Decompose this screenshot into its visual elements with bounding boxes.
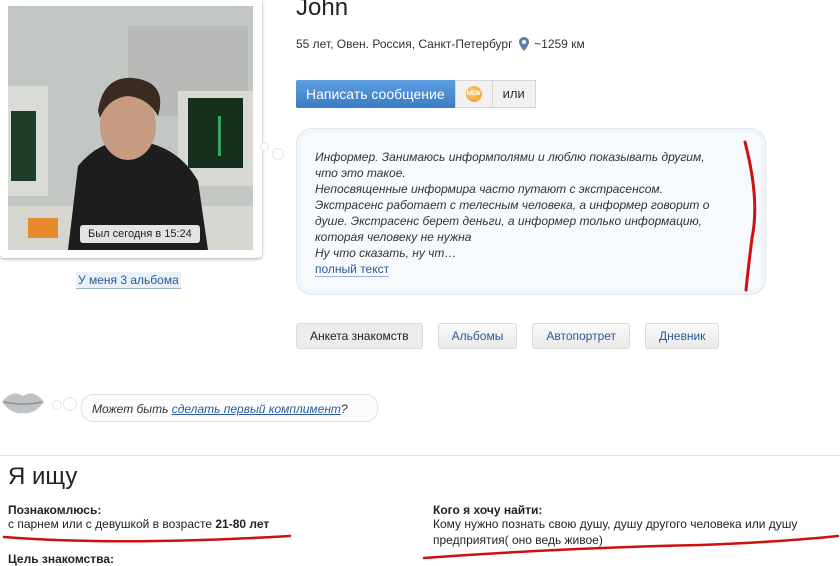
first-compliment-link[interactable]: сделать первый комплимент: [172, 402, 341, 416]
profile-photo-card: Был сегодня в 15:24: [0, 0, 262, 258]
about-line: Непосвященные информира часто путают с э…: [315, 182, 663, 196]
about-line: которая человеку не нужна: [315, 230, 472, 244]
action-buttons: Написать сообщение NEW или: [296, 80, 536, 108]
send-message-button[interactable]: Написать сообщение: [296, 80, 455, 108]
profile-tabs: Анкета знакомств Альбомы Автопортрет Дне…: [296, 323, 720, 349]
section-divider: [0, 455, 840, 456]
gift-button[interactable]: NEW: [454, 80, 493, 108]
compliment-prefix: Может быть: [92, 402, 172, 416]
meet-label: Познакомлюсь:: [8, 503, 102, 517]
profile-details-text: 55 лет, Овен. Россия, Санкт-Петербург: [296, 37, 513, 51]
bubble-dot: [63, 397, 77, 411]
bubble-dot: [260, 142, 269, 151]
location-pin-icon: [518, 37, 529, 51]
about-line: Информер. Занимаюсь информполями и люблю…: [315, 150, 705, 164]
tab-self-portrait[interactable]: Автопортрет: [532, 323, 631, 349]
lips-icon[interactable]: [0, 387, 46, 417]
tab-diary[interactable]: Дневник: [645, 323, 720, 349]
seeking-title: Я ищу: [8, 463, 78, 490]
meet-value: с парнем или с девушкой в возрасте 21-80…: [8, 517, 269, 532]
distance: ~1259 км: [534, 37, 585, 51]
about-line: что это такое.: [315, 166, 406, 180]
profile-details: 55 лет, Овен. Россия, Санкт-Петербург ~1…: [296, 37, 585, 51]
about-line: Ну что сказать, ну чт…: [315, 246, 457, 260]
gift-icon: NEW: [465, 86, 482, 102]
about-bubble: Информер. Занимаюсь информполями и люблю…: [296, 128, 766, 295]
bubble-dot: [52, 400, 62, 410]
tab-profile[interactable]: Анкета знакомств: [296, 323, 423, 349]
find-value-line-2: предприятия( оно ведь живое): [433, 533, 603, 547]
goal-label: Цель знакомства:: [8, 552, 114, 566]
or-button[interactable]: или: [492, 80, 536, 108]
find-label: Кого я хочу найти:: [433, 503, 543, 517]
full-text-link[interactable]: полный текст: [315, 262, 390, 277]
about-text: Информер. Занимаюсь информполями и люблю…: [315, 149, 755, 277]
profile-photo[interactable]: Был сегодня в 15:24: [8, 6, 253, 250]
last-seen-badge: Был сегодня в 15:24: [80, 225, 200, 243]
profile-name: John: [296, 0, 349, 21]
meet-text: с парнем или с девушкой в возрасте: [8, 517, 216, 531]
compliment-suffix: ?: [340, 402, 348, 416]
about-line: Экстрасенс работает с телесным человека,…: [315, 198, 710, 212]
find-value-line-1: Кому нужно познать свою душу, душу друго…: [433, 517, 798, 531]
compliment-prompt: Может быть сделать первый комплимент?: [81, 394, 378, 422]
albums-link[interactable]: У меня 3 альбома: [76, 272, 181, 289]
meet-age: 21-80 лет: [215, 517, 270, 531]
about-line: душе. Экстрасенс берет деньги, а информе…: [315, 214, 702, 228]
photo-image: [8, 6, 253, 250]
bubble-dot: [272, 148, 284, 160]
tab-albums[interactable]: Альбомы: [437, 323, 518, 349]
